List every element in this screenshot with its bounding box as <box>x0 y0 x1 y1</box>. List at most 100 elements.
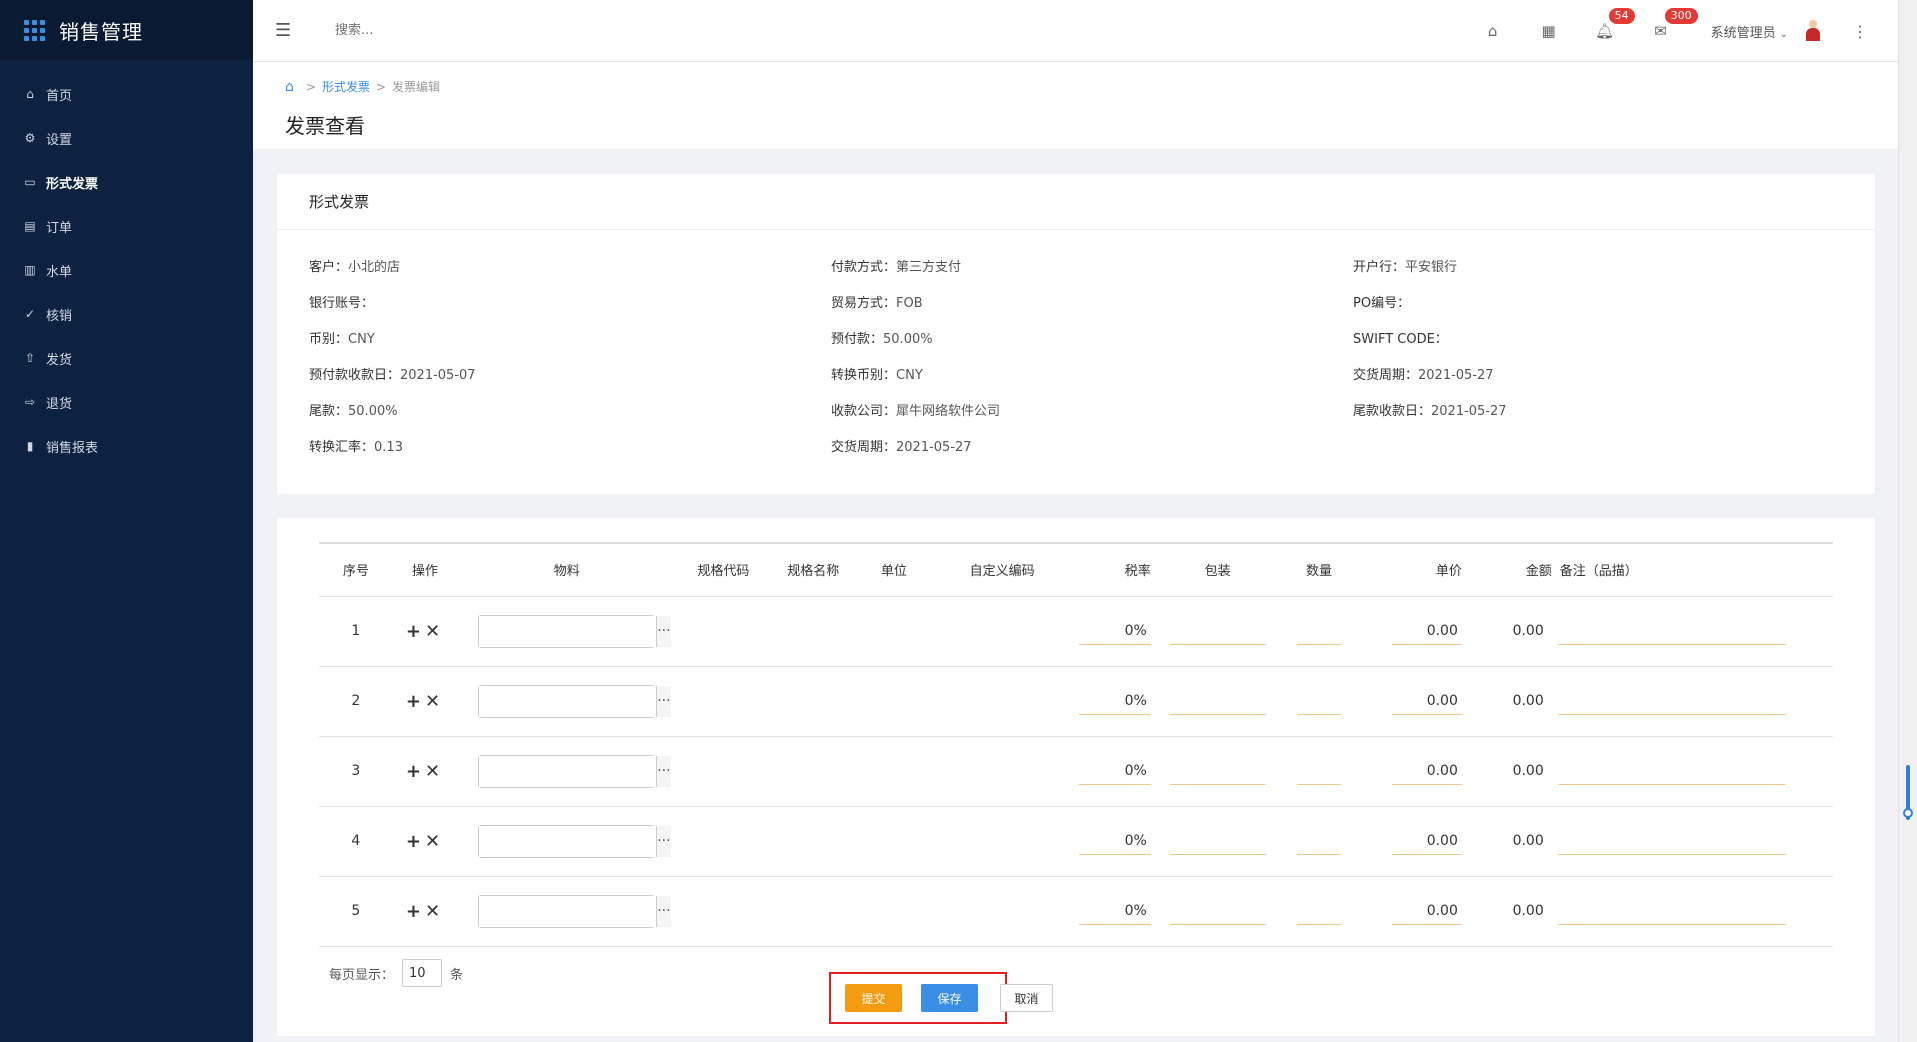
material-input[interactable] <box>479 755 657 787</box>
field-label: 预付款收款日： <box>309 368 401 383</box>
custom-code-cell <box>931 806 1073 877</box>
more-vertical-icon[interactable]: ⋮ <box>1852 22 1868 41</box>
sidebar-item-2[interactable]: ▭ 形式发票 <box>0 160 253 204</box>
quantity-input[interactable] <box>1297 757 1342 785</box>
unit-price-input[interactable] <box>1391 617 1462 645</box>
ellipsis-icon[interactable]: ··· <box>656 825 671 857</box>
material-picker[interactable]: ··· <box>478 614 671 648</box>
user-menu[interactable]: 系统管理员 ⌄ <box>1711 22 1788 41</box>
material-picker[interactable]: ··· <box>478 754 671 788</box>
ellipsis-icon[interactable]: ··· <box>656 685 671 717</box>
menu-toggle-icon[interactable]: ☰ <box>275 20 295 41</box>
material-input[interactable] <box>479 615 657 647</box>
material-picker[interactable]: ··· <box>478 894 671 928</box>
delete-row-icon[interactable]: ✕ <box>425 901 444 922</box>
table-row: 1+✕···0.00 <box>319 596 1833 667</box>
delete-row-icon[interactable]: ✕ <box>425 691 444 712</box>
scrollbar-knob[interactable] <box>1903 808 1913 818</box>
sidebar-item-8[interactable]: ▮ 销售报表 <box>0 424 253 468</box>
home-icon[interactable]: ⌂ <box>1465 22 1521 40</box>
material-picker[interactable]: ··· <box>478 684 671 718</box>
unit-price-input[interactable] <box>1391 827 1462 855</box>
material-input[interactable] <box>479 895 657 927</box>
material-input[interactable] <box>479 825 657 857</box>
cancel-button[interactable]: 取消 <box>1000 984 1053 1012</box>
package-input[interactable] <box>1169 757 1266 785</box>
scrollbar[interactable] <box>1898 0 1917 1042</box>
invoice-field: 银行账号： <box>309 292 831 311</box>
spec-code-cell <box>676 876 771 947</box>
field-value: 0.13 <box>374 440 403 455</box>
package-input[interactable] <box>1169 687 1266 715</box>
avatar[interactable] <box>1804 20 1822 42</box>
breadcrumb-separator: > <box>375 79 387 94</box>
ellipsis-icon[interactable]: ··· <box>656 755 671 787</box>
column-header: 金额 <box>1461 542 1552 597</box>
delete-row-icon[interactable]: ✕ <box>425 621 444 642</box>
spec-name-cell <box>770 596 856 667</box>
unit-price-input[interactable] <box>1391 687 1462 715</box>
breadcrumb-link[interactable]: 形式发票 <box>322 78 370 95</box>
remark-input[interactable] <box>1557 617 1786 645</box>
quantity-input[interactable] <box>1297 897 1342 925</box>
remark-input[interactable] <box>1557 827 1786 855</box>
material-input[interactable] <box>479 685 657 717</box>
page-size-input[interactable] <box>402 959 443 987</box>
add-row-icon[interactable]: + <box>406 901 425 922</box>
tax-rate-input[interactable] <box>1078 827 1151 855</box>
material-picker[interactable]: ··· <box>478 824 671 858</box>
sidebar-item-1[interactable]: ⚙ 设置 <box>0 116 253 160</box>
price-cell <box>1353 666 1462 737</box>
column-header: 税率 <box>1072 542 1151 597</box>
add-row-icon[interactable]: + <box>406 621 425 642</box>
save-button[interactable]: 保存 <box>921 984 978 1012</box>
app-logo[interactable]: 销售管理 <box>0 0 253 60</box>
sidebar-item-0[interactable]: ⌂ 首页 <box>0 72 253 116</box>
add-row-icon[interactable]: + <box>406 761 425 782</box>
check-circle-icon: ✓ <box>24 307 36 321</box>
sidebar-item-6[interactable]: ⇧ 发货 <box>0 336 253 380</box>
add-row-icon[interactable]: + <box>406 831 425 852</box>
column-header: 规格名称 <box>770 542 856 597</box>
bell-icon[interactable]: 🔔︎ 54 <box>1577 8 1635 40</box>
submit-button[interactable]: 提交 <box>845 984 902 1012</box>
sidebar-item-7[interactable]: ⇨ 退货 <box>0 380 253 424</box>
quantity-input[interactable] <box>1297 827 1342 855</box>
row-number: 3 <box>319 736 393 807</box>
tax-rate-input[interactable] <box>1078 757 1151 785</box>
remark-cell <box>1551 596 1833 667</box>
tax-rate-input[interactable] <box>1078 897 1151 925</box>
invoice-field <box>1353 436 1853 454</box>
unit-price-input[interactable] <box>1391 897 1462 925</box>
quantity-input[interactable] <box>1297 617 1342 645</box>
tax-rate-input[interactable] <box>1078 617 1151 645</box>
package-input[interactable] <box>1169 617 1266 645</box>
sidebar-item-label: 形式发票 <box>46 176 99 192</box>
ellipsis-icon[interactable]: ··· <box>656 895 671 927</box>
tax-rate-input[interactable] <box>1078 687 1151 715</box>
package-input[interactable] <box>1169 827 1266 855</box>
breadcrumb-home-icon[interactable]: ⌂ <box>285 79 294 95</box>
quantity-input[interactable] <box>1297 687 1342 715</box>
sidebar-item-3[interactable]: ▤ 订单 <box>0 204 253 248</box>
package-input[interactable] <box>1169 897 1266 925</box>
apps-icon[interactable]: ▦ <box>1521 22 1577 40</box>
pager-unit: 条 <box>450 967 464 983</box>
unit-price-input[interactable] <box>1391 757 1462 785</box>
package-cell <box>1150 736 1285 807</box>
invoice-field: 交货周期：2021-05-27 <box>1353 364 1853 383</box>
ellipsis-icon[interactable]: ··· <box>656 615 671 647</box>
delete-row-icon[interactable]: ✕ <box>425 831 444 852</box>
message-icon[interactable]: ✉ 300 <box>1633 8 1698 40</box>
remark-input[interactable] <box>1557 687 1786 715</box>
package-cell <box>1150 806 1285 877</box>
sidebar-item-5[interactable]: ✓ 核销 <box>0 292 253 336</box>
search-input[interactable] <box>335 23 635 38</box>
column-header: 规格代码 <box>676 542 771 597</box>
add-row-icon[interactable]: + <box>406 691 425 712</box>
field-value: CNY <box>896 368 923 383</box>
remark-input[interactable] <box>1557 757 1786 785</box>
delete-row-icon[interactable]: ✕ <box>425 761 444 782</box>
sidebar-item-4[interactable]: ▥ 水单 <box>0 248 253 292</box>
remark-input[interactable] <box>1557 897 1786 925</box>
